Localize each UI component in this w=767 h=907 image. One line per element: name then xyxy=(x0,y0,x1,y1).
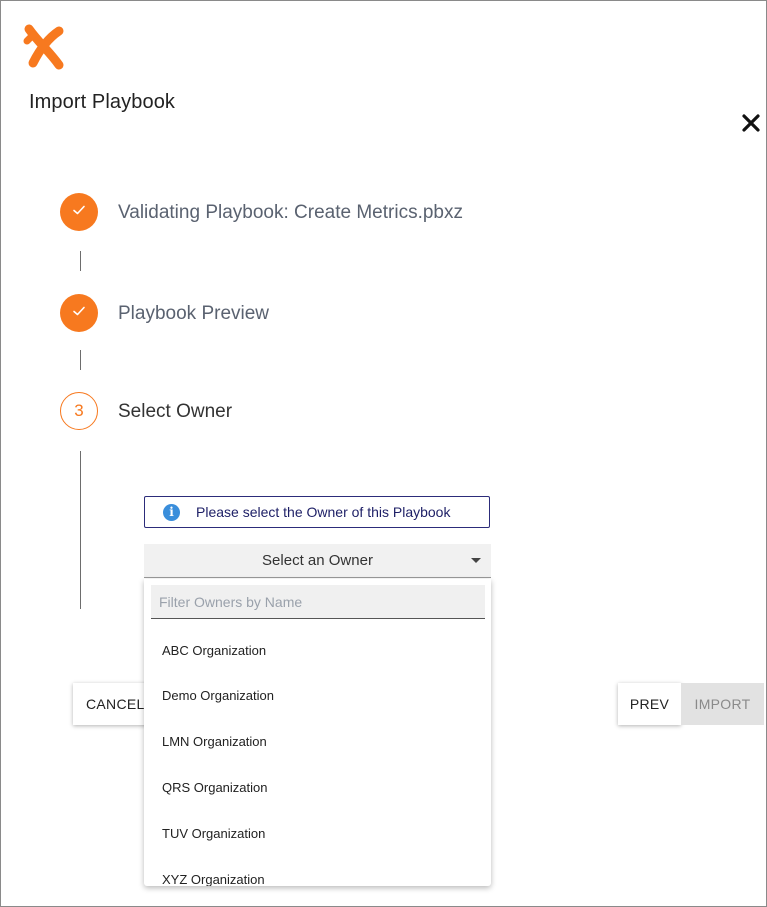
owner-option[interactable]: QRS Organization xyxy=(162,780,268,795)
step-2-label: Playbook Preview xyxy=(118,303,270,324)
owner-option[interactable]: XYZ Organization xyxy=(162,872,265,886)
step-3-number: 3 xyxy=(60,392,98,430)
filter-owners-input[interactable] xyxy=(151,585,485,618)
step-connector xyxy=(80,350,81,370)
brand-logo xyxy=(21,21,69,73)
import-button[interactable]: IMPORT xyxy=(681,683,764,725)
step-1-complete xyxy=(60,193,98,231)
owner-dropdown-menu: ABC Organization Demo Organization LMN O… xyxy=(144,579,491,886)
owner-option[interactable]: Demo Organization xyxy=(162,688,274,703)
close-icon[interactable] xyxy=(739,111,763,135)
check-icon xyxy=(71,203,87,222)
info-message-text: Please select the Owner of this Playbook xyxy=(196,504,451,520)
info-icon: i xyxy=(163,503,180,521)
owner-select[interactable]: Select an Owner xyxy=(144,544,491,578)
check-icon xyxy=(71,304,87,323)
owner-select-label: Select an Owner xyxy=(262,552,373,569)
owner-option[interactable]: ABC Organization xyxy=(162,643,266,658)
step-connector xyxy=(80,251,81,271)
step-1-label: Validating Playbook: Create Metrics.pbxz xyxy=(118,202,463,223)
owner-info-message: i Please select the Owner of this Playbo… xyxy=(144,496,490,528)
step-3-label: Select Owner xyxy=(118,401,233,422)
prev-button[interactable]: PREV xyxy=(618,683,681,725)
owner-option[interactable]: LMN Organization xyxy=(162,734,267,749)
step-content-line xyxy=(80,451,81,609)
filter-owners-field xyxy=(151,585,485,619)
chevron-down-icon xyxy=(471,558,481,563)
import-playbook-dialog: Import Playbook Validating Playbook: Cre… xyxy=(0,0,767,907)
step-number: 3 xyxy=(74,401,84,420)
dialog-title: Import Playbook xyxy=(29,91,176,113)
step-2-complete xyxy=(60,294,98,332)
owner-option[interactable]: TUV Organization xyxy=(162,826,265,841)
